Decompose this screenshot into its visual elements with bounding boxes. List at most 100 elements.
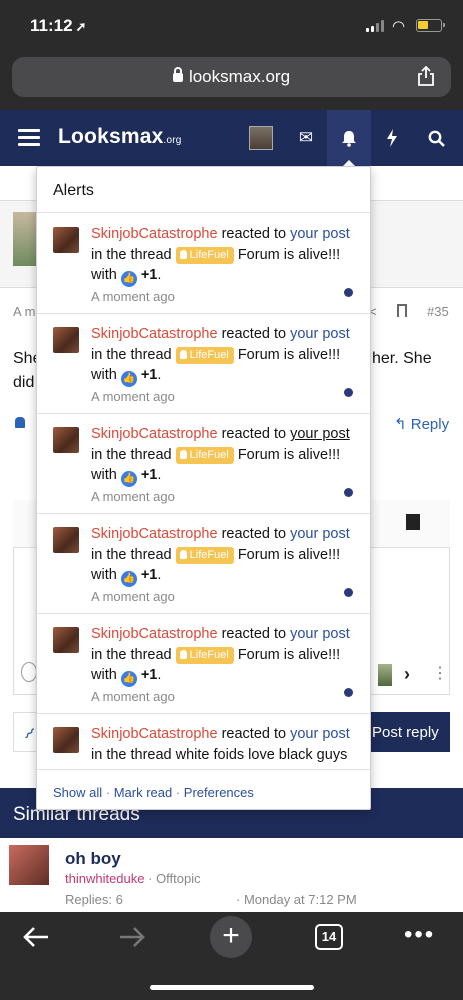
alert-post-link[interactable]: your post (290, 626, 350, 642)
post-text-fragment: did (13, 374, 35, 391)
alert-user-avatar[interactable] (53, 227, 79, 253)
alert-username[interactable]: SkinjobCatastrophe (91, 326, 218, 342)
thumbs-up-icon: 👍 (120, 271, 137, 287)
unread-dot[interactable] (344, 388, 353, 397)
thread-prefix-label: LifeFuel (175, 546, 234, 564)
alert-verb: reacted to (217, 326, 291, 342)
reply-link[interactable]: ↰ Reply (394, 415, 449, 433)
alert-text: SkinjobCatastrophe reacted to your post … (91, 226, 350, 304)
more-icon[interactable]: ••• (404, 921, 435, 949)
lightbulb-icon (179, 649, 187, 659)
emoji-icon[interactable] (21, 662, 37, 682)
lock-icon (172, 67, 183, 82)
thread-author[interactable]: thinwhiteduke (65, 871, 145, 886)
address-bar[interactable]: looksmax.org (12, 57, 451, 97)
post-meta: A m (13, 304, 36, 319)
unread-dot[interactable] (344, 588, 353, 597)
envelope-icon[interactable]: ✉ (292, 124, 320, 152)
alert-user-avatar[interactable] (53, 727, 79, 753)
alert-verb: reacted to (217, 726, 291, 742)
lightning-icon[interactable] (378, 124, 406, 152)
alert-username[interactable]: SkinjobCatastrophe (91, 526, 218, 542)
alert-reaction: +1 (140, 667, 158, 683)
alert-verb: reacted to (217, 226, 291, 242)
alert-post-link[interactable]: your post (290, 526, 350, 542)
user-avatar[interactable] (249, 126, 273, 150)
show-all-link[interactable]: Show all (53, 785, 102, 800)
alert-thread-link[interactable]: Forum is alive!!! (234, 647, 340, 663)
alert-item[interactable]: SkinjobCatastrophe reacted to your post … (37, 414, 370, 514)
preferences-link[interactable]: Preferences (184, 785, 254, 800)
preview-icon[interactable] (406, 514, 420, 530)
alert-post-link[interactable]: your post (290, 226, 350, 242)
post-reply-button[interactable]: Post reply (362, 712, 450, 752)
alert-verb: reacted to (217, 426, 291, 442)
back-icon[interactable] (22, 925, 50, 956)
footer-separator: · (102, 785, 114, 800)
alert-with: with (91, 667, 121, 683)
alert-item[interactable]: SkinjobCatastrophe reacted to your post … (37, 714, 370, 769)
bookmark-icon[interactable] (397, 304, 407, 317)
new-tab-icon[interactable]: + (210, 916, 252, 958)
alert-text: SkinjobCatastrophe reacted to your post … (91, 326, 350, 404)
lightbulb-icon (179, 249, 187, 259)
bell-icon[interactable] (335, 124, 363, 152)
signal-icon (366, 20, 386, 32)
alert-item[interactable]: SkinjobCatastrophe reacted to your post … (37, 514, 370, 614)
thread-date: · Monday at 7:12 PM (236, 892, 357, 907)
status-time: 11:12 ➚ (30, 16, 87, 35)
thread-replies: Replies: 6 (65, 892, 123, 907)
alert-user-avatar[interactable] (53, 527, 79, 553)
post-number[interactable]: #35 (427, 304, 449, 319)
alert-time: A moment ago (91, 389, 175, 404)
alert-thread-link[interactable]: Forum is alive!!! (234, 547, 340, 563)
attachment-thumbnail[interactable] (378, 664, 392, 686)
more-options-icon[interactable]: ⋮ (432, 663, 448, 683)
menu-icon[interactable] (18, 129, 40, 147)
alert-username[interactable]: SkinjobCatastrophe (91, 726, 218, 742)
alert-item[interactable]: SkinjobCatastrophe reacted to your post … (37, 214, 370, 314)
alert-post-link[interactable]: your post (290, 726, 350, 742)
alert-user-avatar[interactable] (53, 627, 79, 653)
tabs-count[interactable]: 14 (315, 924, 343, 950)
alert-in-thread: in the thread (91, 246, 176, 263)
alert-verb: reacted to (217, 626, 291, 642)
thumbs-up-icon: 👍 (120, 671, 137, 687)
unread-dot[interactable] (344, 288, 353, 297)
alert-thread-link[interactable]: Forum is alive!!! (234, 247, 340, 263)
thread-prefix-label: LifeFuel (175, 246, 234, 264)
report-icon[interactable] (15, 417, 25, 428)
thread-title[interactable]: oh boy (65, 849, 121, 869)
alert-post-link[interactable]: your post (290, 426, 350, 442)
alert-user-avatar[interactable] (53, 427, 79, 453)
alert-user-avatar[interactable] (53, 327, 79, 353)
share-icon[interactable] (417, 66, 435, 86)
alert-item[interactable]: SkinjobCatastrophe reacted to your post … (37, 614, 370, 714)
alert-item[interactable]: SkinjobCatastrophe reacted to your post … (37, 314, 370, 414)
alert-with: with (91, 567, 121, 583)
alert-in-thread: in the thread (91, 546, 176, 563)
battery-icon (416, 19, 445, 32)
forward-icon[interactable] (118, 925, 146, 956)
wifi-icon: ◠ (392, 18, 406, 35)
alert-thread-link[interactable]: Forum is alive!!! (234, 347, 340, 363)
unread-dot[interactable] (344, 688, 353, 697)
alert-with: with (91, 267, 121, 283)
thumbs-up-icon: 👍 (120, 371, 137, 387)
alert-post-link[interactable]: your post (290, 326, 350, 342)
alert-thread-link[interactable]: Forum is alive!!! (234, 447, 340, 463)
thread-prefix-label: LifeFuel (175, 446, 234, 464)
alert-username[interactable]: SkinjobCatastrophe (91, 426, 218, 442)
unread-dot[interactable] (344, 488, 353, 497)
site-logo[interactable]: Looksmax.org (58, 125, 182, 149)
search-icon[interactable] (422, 124, 450, 152)
chevron-right-icon[interactable]: › (404, 664, 410, 685)
thread-prefix-label: LifeFuel (175, 646, 234, 664)
alert-username[interactable]: SkinjobCatastrophe (91, 226, 218, 242)
alert-reaction: +1 (140, 467, 158, 483)
alerts-title: Alerts (53, 182, 94, 199)
thread-author-avatar[interactable] (9, 845, 49, 885)
thread-forum[interactable]: Offtopic (156, 871, 201, 886)
mark-read-link[interactable]: Mark read (114, 785, 173, 800)
alert-username[interactable]: SkinjobCatastrophe (91, 626, 218, 642)
